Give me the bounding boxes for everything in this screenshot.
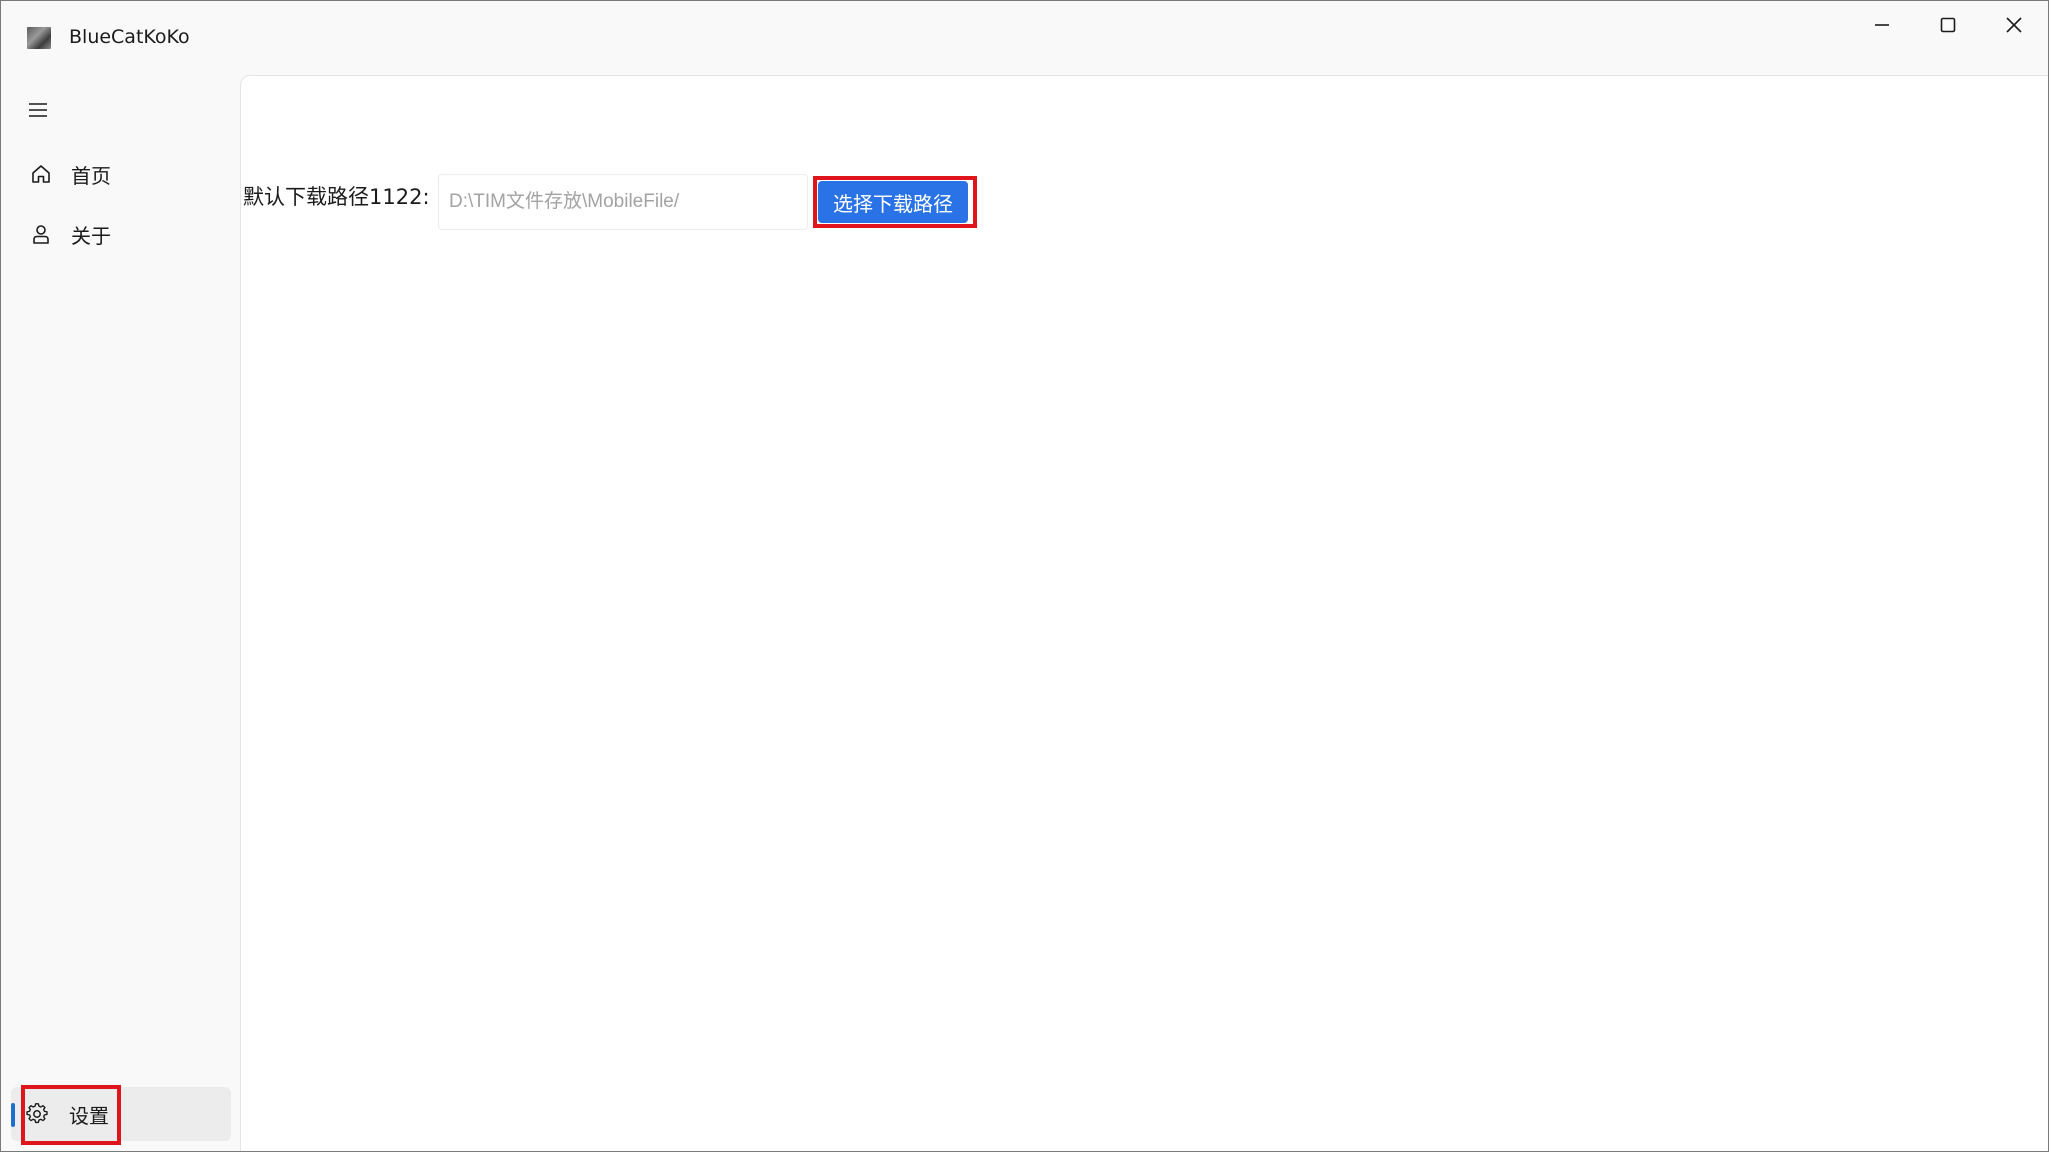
navigation-sidebar: 首页 关于 设置 (1, 73, 239, 1151)
app-title: BlueCatKoKo (69, 26, 190, 48)
maximize-button[interactable] (1915, 1, 1981, 49)
sidebar-item-home[interactable]: 首页 (11, 147, 231, 201)
title-bar[interactable]: BlueCatKoKo (1, 1, 2048, 73)
maximize-icon (1940, 17, 1956, 33)
minimize-button[interactable] (1849, 1, 1915, 49)
choose-download-path-button[interactable]: 选择下载路径 (818, 181, 968, 223)
sidebar-item-about[interactable]: 关于 (11, 207, 231, 261)
sidebar-item-settings[interactable]: 设置 (11, 1087, 231, 1141)
menu-toggle-button[interactable] (17, 89, 59, 131)
app-logo-icon (27, 27, 51, 49)
sidebar-item-label: 关于 (71, 223, 111, 248)
selection-indicator (11, 1103, 15, 1127)
app-window: BlueCatKoKo 首页 关于 设置 默认下载路径1122: D:\TIM文… (0, 0, 2049, 1152)
home-icon (29, 162, 53, 186)
download-path-input[interactable] (438, 174, 808, 230)
settings-page: 默认下载路径1122: 选择下载路径 (240, 75, 2048, 1151)
sidebar-item-label: 设置 (69, 1103, 109, 1128)
minimize-icon (1875, 24, 1889, 26)
hamburger-menu-icon (29, 103, 47, 117)
person-icon (29, 222, 53, 246)
download-path-label: 默认下载路径1122: (243, 185, 430, 209)
close-button[interactable] (1981, 1, 2047, 49)
close-icon (2006, 17, 2022, 33)
sidebar-item-label: 首页 (71, 163, 111, 188)
gear-icon (25, 1102, 49, 1126)
